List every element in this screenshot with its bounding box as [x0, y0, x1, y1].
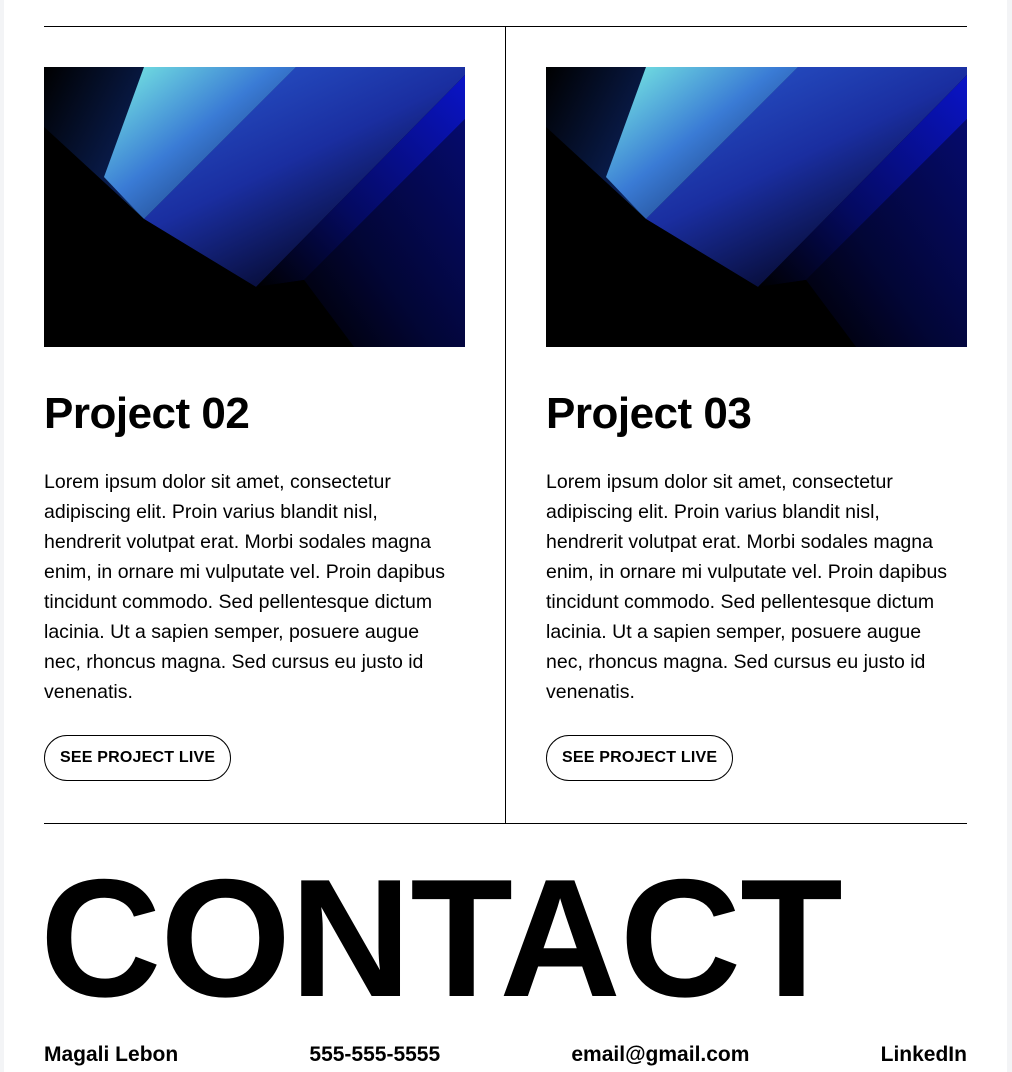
- email-link[interactable]: email@gmail.com: [571, 1040, 749, 1070]
- project-card-03: Project 03 Lorem ipsum dolor sit amet, c…: [546, 67, 967, 781]
- contact-name: Magali Lebon: [44, 1043, 179, 1066]
- contact-divider: [44, 823, 967, 824]
- page: Project 02 Lorem ipsum dolor sit amet, c…: [4, 0, 1007, 1072]
- project-description: Lorem ipsum dolor sit amet, consectetur …: [44, 471, 446, 703]
- contact-heading: CONTACT: [40, 844, 843, 1032]
- project-title: Project 03: [546, 389, 752, 438]
- project-description: Lorem ipsum dolor sit amet, consectetur …: [546, 471, 948, 703]
- project-03-image: [546, 67, 967, 347]
- project-card-02: Project 02 Lorem ipsum dolor sit amet, c…: [44, 67, 465, 781]
- see-project-live-button[interactable]: SEE PROJECT LIVE: [546, 735, 734, 781]
- linkedin-link[interactable]: LinkedIn: [881, 1040, 967, 1070]
- project-02-image: [44, 67, 465, 347]
- see-project-live-button[interactable]: SEE PROJECT LIVE: [44, 735, 232, 781]
- phone-link[interactable]: 555-555-5555: [309, 1040, 440, 1070]
- column-divider: [505, 26, 506, 824]
- project-title: Project 02: [44, 389, 250, 438]
- contact-info-row: Magali Lebon 555-555-5555 email@gmail.co…: [44, 1040, 967, 1070]
